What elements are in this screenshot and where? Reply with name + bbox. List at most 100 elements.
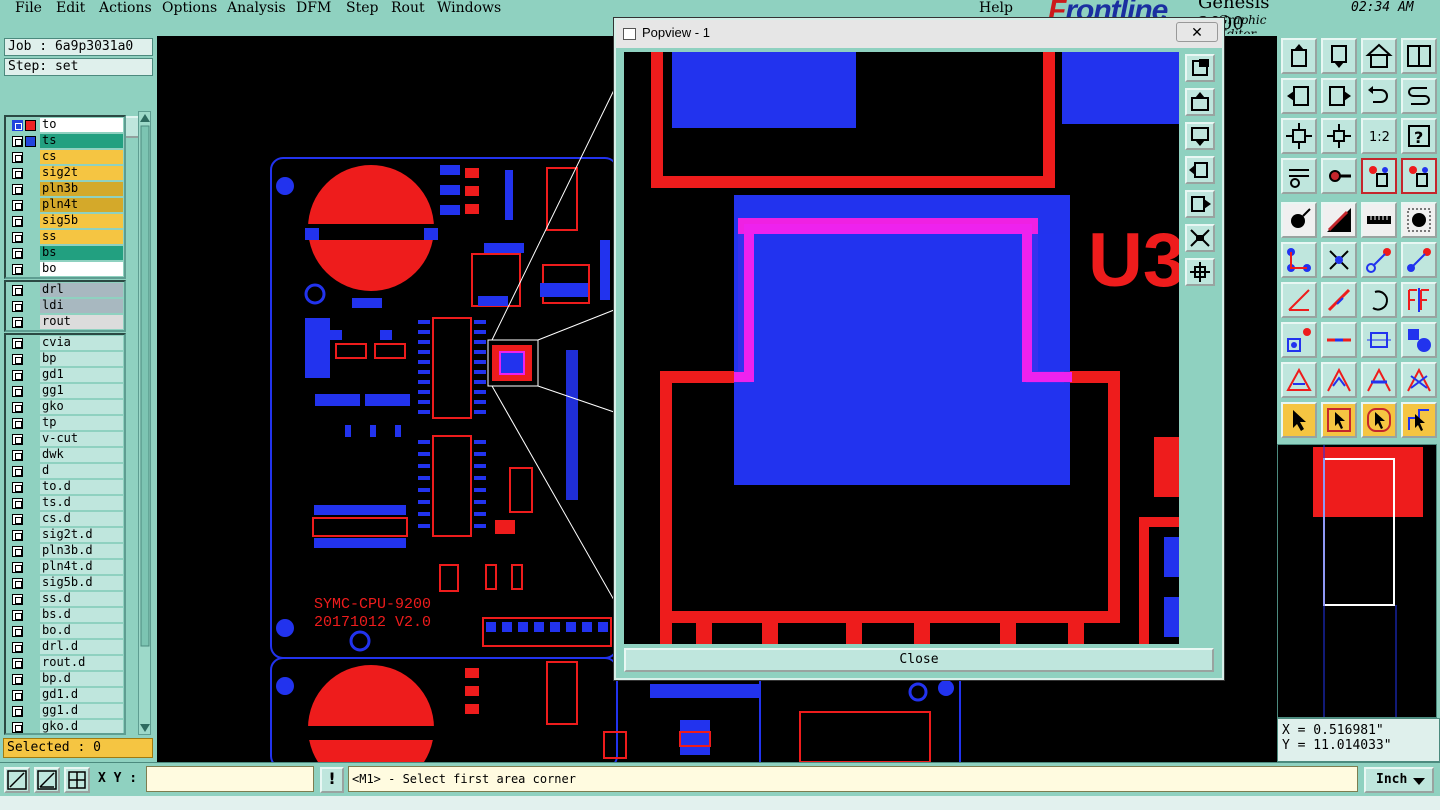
layer-checkbox[interactable] [12, 594, 23, 605]
layer-checkbox[interactable] [12, 184, 23, 195]
menu-actions[interactable]: Actions [99, 0, 152, 16]
layer-name[interactable]: gg1 [40, 384, 123, 398]
layer-checkbox[interactable] [12, 514, 23, 525]
layer-name[interactable]: gg1.d [40, 704, 123, 718]
layer-name[interactable]: ts.d [40, 496, 123, 510]
layer-checkbox[interactable] [12, 285, 23, 296]
tool-pointer-net-button[interactable] [1401, 402, 1437, 438]
layer-checkbox[interactable] [12, 370, 23, 381]
tool-settings-button[interactable] [1281, 158, 1317, 194]
layer-checkbox[interactable] [12, 658, 23, 669]
layer-row[interactable]: ts [6, 133, 124, 149]
layer-row[interactable]: sig5b.d [6, 575, 124, 591]
layer-row[interactable]: bp.d [6, 671, 124, 687]
tool-pointer-round-button[interactable] [1361, 402, 1397, 438]
layer-row[interactable]: rout [6, 314, 124, 330]
tool-pan-left-button[interactable] [1281, 78, 1317, 114]
layer-checkbox[interactable] [12, 578, 23, 589]
layer-name[interactable]: bs [40, 246, 123, 260]
tool-pad-fill-button[interactable] [1401, 202, 1437, 238]
layer-checkbox[interactable] [12, 722, 23, 733]
layer-name[interactable]: v-cut [40, 432, 123, 446]
layer-row[interactable]: gg1 [6, 383, 124, 399]
layer-checkbox[interactable] [12, 248, 23, 259]
layer-name[interactable]: bs.d [40, 608, 123, 622]
layer-row[interactable]: drl [6, 282, 124, 298]
layer-row[interactable]: pln4t.d [6, 559, 124, 575]
tool-vertex-button[interactable] [1321, 362, 1357, 398]
menu-rout[interactable]: Rout [391, 0, 425, 16]
layer-row[interactable]: d [6, 463, 124, 479]
layer-checkbox[interactable] [12, 466, 23, 477]
layer-name[interactable]: pln3b.d [40, 544, 123, 558]
layer-checkbox[interactable] [12, 152, 23, 163]
layer-name[interactable]: bo [40, 262, 123, 276]
units-select[interactable]: Inch [1364, 767, 1434, 793]
layer-name[interactable]: drl [40, 283, 123, 297]
layer-row[interactable]: sig2t.d [6, 527, 124, 543]
layer-color-swatch[interactable] [25, 120, 36, 131]
layer-name[interactable]: sig5b.d [40, 576, 123, 590]
tool-pointer-box-button[interactable] [1321, 402, 1357, 438]
tool-zoom-center-button[interactable] [1321, 118, 1357, 154]
layer-checkbox[interactable] [12, 216, 23, 227]
layer-row[interactable]: bp [6, 351, 124, 367]
layer-row[interactable]: cs [6, 149, 124, 165]
layer-name[interactable]: pln4t.d [40, 560, 123, 574]
zoom-home-button[interactable] [1185, 54, 1215, 82]
layer-name[interactable]: tp [40, 416, 123, 430]
tool-resize-button[interactable] [1361, 322, 1397, 358]
tool-help-button[interactable]: ? [1401, 118, 1437, 154]
layer-checkbox[interactable] [12, 674, 23, 685]
layer-checkbox[interactable] [12, 546, 23, 557]
layer-row[interactable]: v-cut [6, 431, 124, 447]
xy-input[interactable] [146, 766, 314, 792]
layer-row[interactable]: pln3b.d [6, 543, 124, 559]
layer-row[interactable]: bo.d [6, 623, 124, 639]
layer-name[interactable]: cs [40, 150, 123, 164]
layer-name[interactable]: to [40, 118, 123, 132]
tool-undo-zoom-button[interactable] [1361, 78, 1397, 114]
tool-layer-red-button[interactable] [1361, 158, 1397, 194]
layer-checkbox[interactable] [12, 264, 23, 275]
layer-row[interactable]: bs [6, 245, 124, 261]
menu-windows[interactable]: Windows [437, 0, 501, 16]
layer-checkbox[interactable] [12, 434, 23, 445]
pan-left-button[interactable] [1185, 156, 1215, 184]
tool-home-button[interactable] [1361, 38, 1397, 74]
tool-download-button[interactable] [1321, 38, 1357, 74]
layer-row[interactable]: sig5b [6, 213, 124, 229]
layer-checkbox[interactable] [12, 386, 23, 397]
layer-row[interactable]: ts.d [6, 495, 124, 511]
layer-checkbox[interactable] [12, 482, 23, 493]
layer-row[interactable]: gd1 [6, 367, 124, 383]
layer-row[interactable]: ss.d [6, 591, 124, 607]
layer-name[interactable]: gd1 [40, 368, 123, 382]
layer-name[interactable]: gko [40, 400, 123, 414]
layer-row[interactable]: dwk [6, 447, 124, 463]
layer-name[interactable]: bp.d [40, 672, 123, 686]
tool-connect-button[interactable] [1361, 242, 1397, 278]
popview-titlebar[interactable]: Popview - 1 ✕ [616, 20, 1222, 48]
layer-row[interactable]: pln3b [6, 181, 124, 197]
pan-right-button[interactable] [1185, 190, 1215, 218]
layer-name[interactable]: bo.d [40, 624, 123, 638]
snap-mode-button[interactable] [4, 767, 30, 793]
grid-mode-button[interactable] [64, 767, 90, 793]
layer-checkbox[interactable] [12, 317, 23, 328]
layer-checkbox[interactable] [12, 562, 23, 573]
tool-highlight-button[interactable] [1321, 202, 1357, 238]
layer-checkbox[interactable] [12, 301, 23, 312]
zoom-in-button[interactable] [1185, 224, 1215, 252]
layer-row[interactable]: rout.d [6, 655, 124, 671]
menu-edit[interactable]: Edit [56, 0, 85, 16]
tool-cross-button[interactable] [1401, 362, 1437, 398]
layer-checkbox[interactable] [12, 706, 23, 717]
layer-name[interactable]: ss [40, 230, 123, 244]
popview-canvas[interactable]: U3 [624, 52, 1179, 644]
layer-name[interactable]: ts [40, 134, 123, 148]
tool-pan-right-button[interactable] [1321, 78, 1357, 114]
layer-scrollbar[interactable] [138, 111, 151, 735]
tool-split-view-button[interactable] [1401, 38, 1437, 74]
layer-name[interactable]: rout [40, 315, 123, 329]
